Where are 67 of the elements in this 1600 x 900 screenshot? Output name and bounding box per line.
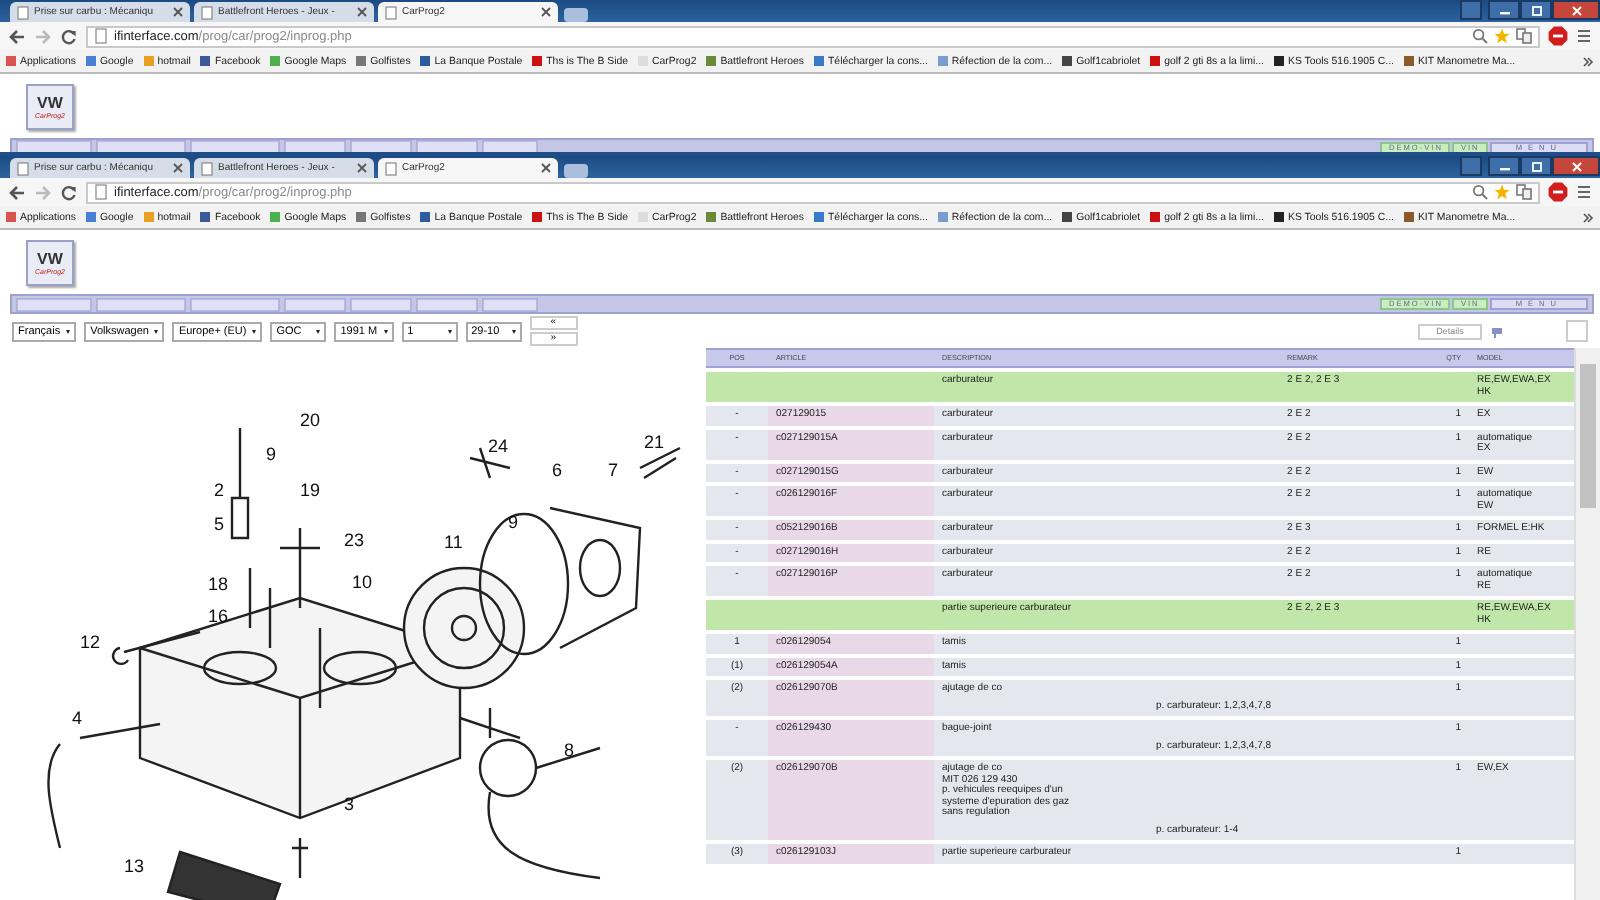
page-icon [94,28,108,44]
callout-number: 6 [552,460,563,480]
minimize-button[interactable] [1488,156,1520,176]
callout-number: 5 [214,514,225,534]
caret-icon [511,329,516,333]
menu-icon[interactable] [1576,184,1592,200]
callout-number: 9 [266,444,277,464]
callout-number: 19 [300,480,321,500]
maximize-button[interactable] [1520,0,1552,20]
callout-number: 24 [488,436,509,456]
reload-icon[interactable] [60,27,78,45]
menu-icon[interactable] [1576,28,1592,44]
stop-sign-icon[interactable] [1548,182,1568,202]
scrollbar-thumb[interactable] [1580,364,1596,508]
zoom-icon[interactable] [1472,184,1488,200]
callout-number: 10 [352,572,373,592]
scrollbar[interactable] [1574,348,1600,900]
logo-mark: VW [37,251,63,267]
checkbox[interactable] [1566,320,1588,342]
pages-icon[interactable] [1516,28,1532,44]
back-icon[interactable] [8,27,26,45]
back-icon[interactable] [8,183,26,201]
callout-number: 9 [508,512,519,532]
close-icon[interactable] [172,6,184,18]
maximize-button[interactable] [1520,156,1552,176]
callout-number: 12 [80,632,101,652]
callout-number: 2 [214,480,225,500]
caret-icon [383,329,388,333]
close-icon[interactable] [356,162,368,174]
close-icon[interactable] [540,6,552,18]
callout-number: 23 [344,530,365,550]
pin-icon[interactable] [1490,325,1506,337]
minimize-button[interactable] [1488,0,1520,20]
chevron-icon[interactable] [1582,211,1594,223]
pages-icon[interactable] [1516,184,1532,200]
close-button[interactable] [1552,156,1600,176]
caret-icon [154,329,159,333]
close-icon[interactable] [356,6,368,18]
callout-number: 20 [300,410,321,430]
callout-number: 3 [344,794,355,814]
caret-icon [447,329,452,333]
callout-number: 21 [644,432,665,452]
callout-number: 8 [564,740,575,760]
close-icon[interactable] [540,162,552,174]
callout-number: 18 [208,574,229,594]
caret-icon [66,329,71,333]
callout-number: 16 [208,606,229,626]
close-icon[interactable] [172,162,184,174]
caret-icon [316,329,321,333]
callout-number: 7 [608,460,619,480]
maximize-icon[interactable] [1529,161,1543,171]
logo-mark: VW [37,95,63,111]
star-icon[interactable] [1494,28,1510,44]
page-icon [94,184,108,200]
maximize-icon[interactable] [1529,5,1543,15]
callout-number: 13 [124,856,145,876]
caret-icon [252,329,257,333]
new-tab-button[interactable] [564,8,588,22]
callout-number: 4 [72,708,83,728]
reload-icon[interactable] [60,183,78,201]
stop-sign-icon[interactable] [1548,26,1568,46]
zoom-icon[interactable] [1472,28,1488,44]
new-tab-button[interactable] [564,164,588,178]
close-button[interactable] [1552,0,1600,20]
star-icon[interactable] [1494,184,1510,200]
callout-number: 11 [444,532,463,552]
chevron-icon[interactable] [1582,55,1594,67]
